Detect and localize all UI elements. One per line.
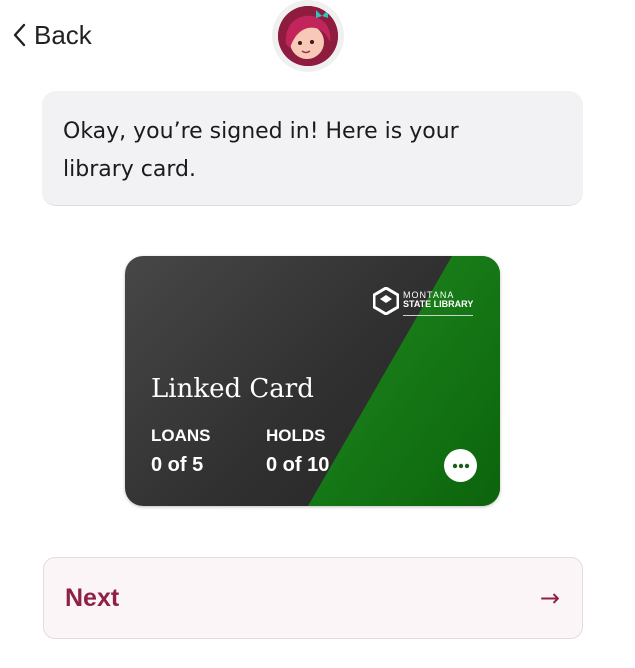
logo-underline — [403, 315, 473, 316]
montana-logo-icon — [373, 287, 399, 315]
card-title: Linked Card — [151, 374, 314, 404]
holds-value: 0 of 10 — [266, 454, 330, 476]
message-bubble: Okay, you’re signed in! Here is your lib… — [42, 91, 583, 206]
loans-label: LOANS — [151, 426, 211, 445]
back-button[interactable]: Back — [12, 18, 92, 52]
library-logo: MONTANA STATE LIBRARY — [373, 287, 473, 316]
holds-label: HOLDS — [266, 426, 326, 445]
next-button[interactable]: Next → — [43, 557, 583, 639]
chevron-left-icon — [13, 23, 26, 47]
ellipsis-icon — [452, 463, 469, 468]
next-label: Next — [65, 583, 120, 612]
card-more-button[interactable] — [444, 449, 477, 482]
loans-value: 0 of 5 — [151, 454, 204, 476]
back-label: Back — [34, 19, 92, 50]
arrow-right-icon: → — [539, 584, 560, 612]
library-card: MONTANA STATE LIBRARY Linked Card LOANS … — [125, 256, 500, 506]
libby-avatar-icon — [272, 0, 344, 72]
message-text: Okay, you’re signed in! Here is your lib… — [63, 119, 459, 182]
logo-line-2: STATE LIBRARY — [403, 299, 474, 309]
